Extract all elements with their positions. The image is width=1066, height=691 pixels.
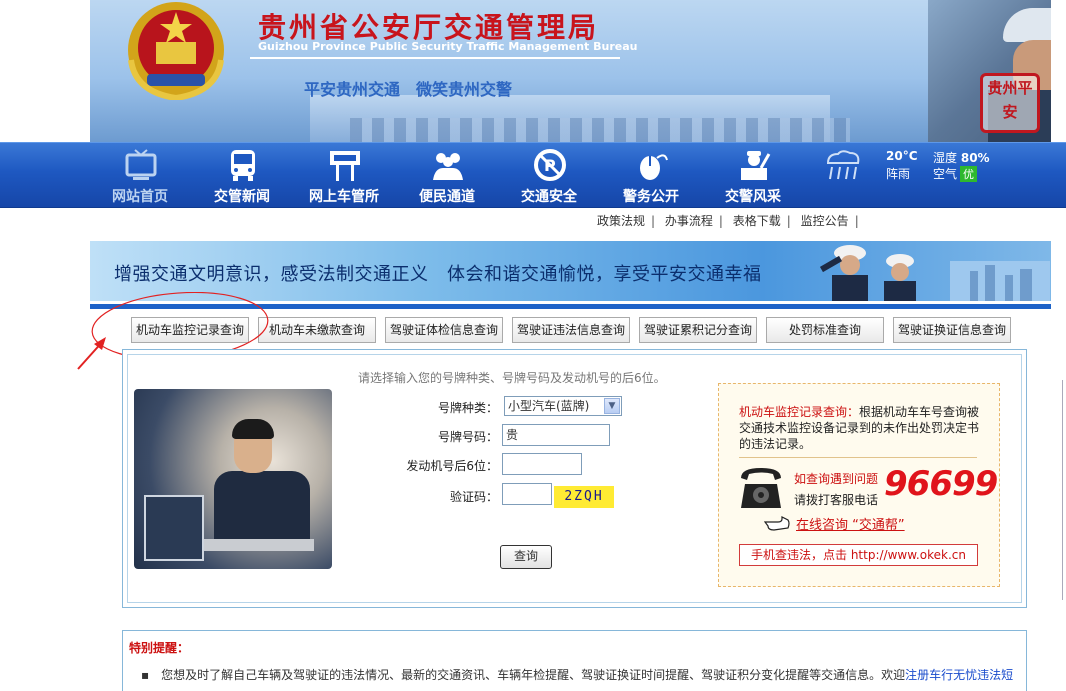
weather-air-quality: 空气优 (933, 165, 978, 182)
operator-photo (134, 389, 332, 569)
nav-traffic-safety[interactable]: P 交通安全 (499, 143, 599, 207)
link-forms[interactable]: 表格下载 (733, 214, 781, 228)
nav-traffic-news[interactable]: 交管新闻 (192, 143, 292, 207)
tab-penalty-standard-query[interactable]: 处罚标准查询 (766, 317, 884, 343)
nav-label: 交警风采 (725, 189, 781, 205)
notice-text: 您想及时了解自己车辆及驾驶证的违法情况、最新的交通资讯、车辆年检提醒、驾驶证换证… (161, 668, 906, 682)
humidity-value: 80% (960, 151, 990, 165)
engine-number-input[interactable] (502, 453, 582, 475)
mouse-icon (640, 154, 668, 180)
info-description: 机动车监控记录查询：根据机动车车号查询被交通技术监控设备记录到的未作出处罚决定书… (739, 404, 984, 452)
call-text: 请拨打客服电话 (794, 493, 879, 507)
separator: | (786, 214, 791, 228)
nav-label: 交通安全 (521, 189, 577, 205)
link-monitor-notice[interactable]: 监控公告 (801, 214, 849, 228)
weather-widget: 20°C 阵雨 湿度 80% 空气优 (820, 143, 1020, 207)
seal-text: 贵州平安 (987, 79, 1033, 121)
window-edge (1062, 380, 1066, 600)
engine-number-label: 发动机号后6位： (406, 459, 498, 473)
tab-license-medical-query[interactable]: 驾驶证体检信息查询 (385, 317, 503, 343)
info-divider (739, 457, 977, 458)
info-box: 机动车监控记录查询：根据机动车车号查询被交通技术监控设备记录到的未作出处罚决定书… (718, 383, 1000, 587)
plate-number-input[interactable]: 贵 (502, 424, 610, 446)
humidity-label: 湿度 (933, 151, 958, 165)
nav-label: 网站首页 (112, 189, 168, 205)
plate-type-value: 小型汽车(蓝牌) (508, 399, 590, 413)
weather-temperature: 20°C (886, 149, 918, 163)
safety-seal-logo: 贵州平安 (980, 73, 1040, 133)
traffic-officers-graphic (820, 245, 1050, 301)
weather-description: 阵雨 (886, 167, 911, 181)
nav-label: 便民通道 (419, 189, 475, 205)
bus-icon (231, 150, 255, 181)
header-slogan: 平安贵州交通 微笑贵州交警 (304, 80, 513, 99)
tv-icon (125, 149, 157, 180)
weather-humidity: 湿度 80% (933, 149, 990, 166)
link-policy[interactable]: 政策法规 (597, 214, 645, 228)
notice-title: 特别提醒： (129, 641, 190, 655)
telephone-icon (741, 468, 781, 508)
rain-icon (826, 150, 860, 180)
plate-number-label: 号牌号码： (437, 430, 498, 444)
mobile-query-link[interactable]: 手机查违法，点击 http://www.okek.cn (739, 544, 978, 566)
pointing-hand-icon (764, 516, 790, 531)
query-panel: 请选择输入您的号牌种类、号牌号码及发动机号的后6位。 号牌种类： 小型汽车(蓝牌… (122, 349, 1027, 608)
chevron-down-icon[interactable]: ▼ (604, 398, 620, 414)
nav-label: 交管新闻 (214, 189, 270, 205)
tab-vehicle-monitor-query[interactable]: 机动车监控记录查询 (131, 317, 249, 343)
divider-bar (90, 304, 1051, 309)
captcha-image[interactable]: 2ZQH (554, 486, 614, 508)
page: 贵州省公安厅交通管理局 Guizhou Province Public Secu… (0, 0, 1066, 691)
info-lead: 机动车监控记录查询： (739, 405, 860, 419)
notice-item: ▪ 您想及时了解自己车辆及驾驶证的违法情况、最新的交通资讯、车辆年检提醒、驾驶证… (141, 668, 1014, 682)
nav-label: 警务公开 (623, 189, 679, 205)
captcha-input[interactable] (502, 483, 552, 505)
separator: | (718, 214, 723, 228)
officer-icon (741, 151, 771, 180)
captcha-label: 验证码： (449, 490, 498, 504)
people-icon (433, 153, 463, 180)
query-hint: 请选择输入您的号牌种类、号牌号码及发动机号的后6位。 (358, 371, 666, 385)
query-panel-inner: 请选择输入您的号牌种类、号牌号码及发动机号的后6位。 号牌种类： 小型汽车(蓝牌… (127, 354, 1022, 603)
nav-service-channel[interactable]: 便民通道 (397, 143, 497, 207)
no-parking-icon: P (534, 149, 566, 181)
safety-banner: 增强交通文明意识，感受法制交通正义 体会和谐交通愉悦，享受平安交通幸福 (90, 241, 1051, 301)
problem-text: 如查询遇到问题 (794, 472, 879, 486)
sub-links: 政策法规 | 办事流程 | 表格下载 | 监控公告 | (597, 212, 865, 229)
tab-license-violation-query[interactable]: 驾驶证违法信息查询 (512, 317, 630, 343)
nav-police-affairs[interactable]: 警务公开 (601, 143, 701, 207)
signboard-icon (330, 151, 360, 181)
nav-police-style[interactable]: 交警风采 (703, 143, 803, 207)
online-consult-link[interactable]: 在线咨询 “交通帮” (796, 514, 905, 533)
nav-home[interactable]: 网站首页 (90, 143, 190, 207)
link-procedure[interactable]: 办事流程 (665, 214, 713, 228)
air-label: 空气 (933, 167, 958, 181)
police-emblem-icon (128, 2, 224, 100)
main-nav: 网站首页 交管新闻 网上车管所 便民通道 P 交通安全 警务公开 交警风采 2 (0, 142, 1066, 208)
separator: | (854, 214, 859, 228)
air-quality-badge: 优 (960, 166, 978, 182)
nav-online-dmv[interactable]: 网上车管所 (294, 143, 394, 207)
nav-label: 网上车管所 (309, 189, 379, 205)
tab-license-points-query[interactable]: 驾驶证累积记分查询 (639, 317, 757, 343)
special-notice: 特别提醒： ▪ 您想及时了解自己车辆及驾驶证的违法情况、最新的交通资讯、车辆年检… (122, 630, 1027, 691)
separator: | (651, 214, 656, 228)
notice-register-link[interactable]: 注册车行无忧违法短 (905, 668, 1013, 682)
plate-type-select[interactable]: 小型汽车(蓝牌) ▼ (504, 396, 622, 416)
site-title-english: Guizhou Province Public Security Traffic… (258, 40, 638, 53)
plate-type-label: 号牌种类： (437, 401, 498, 415)
hotline-number: 96699 (884, 464, 998, 504)
tab-license-renewal-query[interactable]: 驾驶证换证信息查询 (893, 317, 1011, 343)
title-underline (250, 57, 620, 59)
tab-unpaid-fines-query[interactable]: 机动车未缴款查询 (258, 317, 376, 343)
safety-banner-text: 增强交通文明意识，感受法制交通正义 体会和谐交通愉悦，享受平安交通幸福 (114, 264, 762, 285)
query-button[interactable]: 查询 (500, 545, 552, 569)
road-graphic (350, 118, 850, 142)
